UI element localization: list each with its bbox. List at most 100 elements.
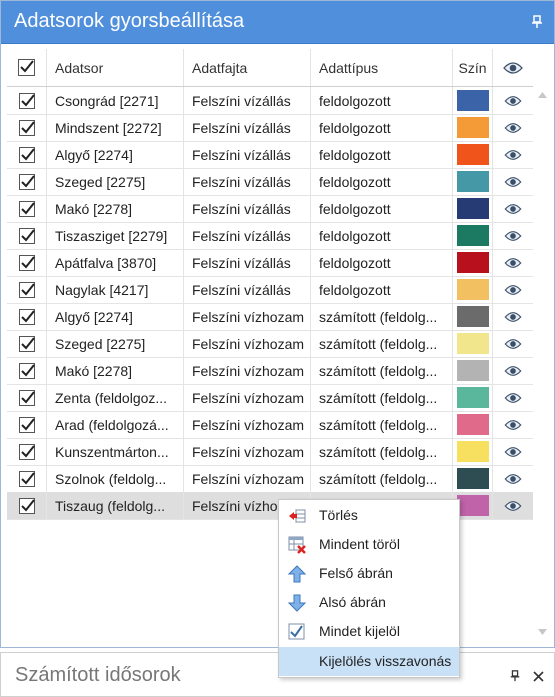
color-swatch[interactable] [456,414,489,435]
column-header-series[interactable]: Adatsor [47,49,184,86]
table-row[interactable]: Szeged [2275] Felszíni vízhozam számított … [7,330,533,358]
eye-icon[interactable] [504,203,522,215]
eye-icon[interactable] [504,500,522,512]
eye-icon[interactable] [504,338,522,350]
eye-icon[interactable] [504,392,522,404]
eye-icon[interactable] [504,122,522,134]
column-header-kind[interactable]: Adatfajta [184,49,311,86]
table-row[interactable]: Tiszasziget [2279] Felszíni vízállás feldo… [7,222,533,250]
menu-item-bottom-chart[interactable]: Alsó ábrán [279,588,459,617]
table-row[interactable]: Algyő [2274] Felszíni vízállás feldolgozot… [7,141,533,169]
row-checkbox-cell [7,87,47,114]
cell-series: Csongrád [2271] [47,87,184,114]
eye-icon[interactable] [504,95,522,107]
cell-series: Apátfalva [3870] [47,249,184,276]
row-checkbox[interactable] [18,470,35,487]
table-row[interactable]: Algyő [2274] Felszíni vízhozam számított (… [7,303,533,331]
cell-color [453,195,493,222]
row-checkbox[interactable] [18,227,35,244]
table-row[interactable]: Makó [2278] Felszíni vízállás feldolgozott [7,195,533,223]
pin-icon[interactable] [509,670,521,682]
color-swatch[interactable] [456,387,489,408]
menu-item-delete[interactable]: Törlés [279,501,459,530]
row-checkbox[interactable] [18,200,35,217]
pin-icon[interactable] [530,15,544,29]
table-row[interactable]: Szeged [2275] Felszíni vízállás feldolgozo… [7,168,533,196]
scroll-down-icon[interactable] [538,629,547,635]
checkmark-icon [20,201,35,214]
cell-kind: Felszíni vízállás [184,114,311,141]
table-row[interactable]: Apátfalva [3870] Felszíni vízállás feldolg… [7,249,533,277]
color-swatch[interactable] [456,225,489,246]
eye-icon[interactable] [504,365,522,377]
row-checkbox[interactable] [18,173,35,190]
table-row[interactable]: Makó [2278] Felszíni vízhozam számított (f… [7,357,533,385]
color-swatch[interactable] [456,90,489,111]
eye-icon[interactable] [504,473,522,485]
color-swatch[interactable] [456,441,489,462]
table-row[interactable]: Szolnok (feldolg... Felszíni vízhozam szám… [7,465,533,493]
row-checkbox[interactable] [18,146,35,163]
color-swatch[interactable] [456,495,489,516]
row-checkbox[interactable] [18,443,35,460]
cell-color [453,249,493,276]
color-swatch[interactable] [456,198,489,219]
checkmark-icon [20,309,35,322]
color-swatch[interactable] [456,252,489,273]
eye-icon[interactable] [504,311,522,323]
table-row[interactable]: Zenta (feldolgoz... Felszíni vízhozam szám… [7,384,533,412]
color-swatch[interactable] [456,468,489,489]
close-icon[interactable] [533,671,544,682]
table-row[interactable]: Nagylak [4217] Felszíni vízállás feldolgoz… [7,276,533,304]
eye-icon[interactable] [504,419,522,431]
row-checkbox[interactable] [18,389,35,406]
row-checkbox[interactable] [18,281,35,298]
table-row[interactable]: Csongrád [2271] Felszíni vízállás feldolgo… [7,87,533,115]
eye-icon[interactable] [504,284,522,296]
row-checkbox[interactable] [18,92,35,109]
color-swatch[interactable] [456,144,489,165]
menu-item-top-chart[interactable]: Felső ábrán [279,559,459,588]
color-swatch[interactable] [456,171,489,192]
table-row[interactable]: Arad (feldolgozá... Felszíni vízhozam szám… [7,411,533,439]
row-checkbox[interactable] [18,254,35,271]
cell-type: feldolgozott [311,87,453,114]
menu-item-deselect[interactable]: Kijelölés visszavonás [279,647,459,676]
color-swatch[interactable] [456,333,489,354]
color-swatch[interactable] [456,360,489,381]
menu-item-select-all[interactable]: Mindet kijelöl [279,617,459,646]
color-swatch[interactable] [456,117,489,138]
vertical-scrollbar[interactable] [534,81,550,643]
row-checkbox-cell [7,330,47,357]
cell-series: Nagylak [4217] [47,276,184,303]
eye-icon[interactable] [504,446,522,458]
table-row[interactable]: Kunszentmárton... Felszíni vízhozam számít… [7,438,533,466]
menu-item-clear-all[interactable]: Mindent töröl [279,530,459,559]
row-checkbox-cell [7,222,47,249]
select-all-checkbox[interactable] [18,59,35,76]
row-checkbox-cell [7,141,47,168]
cell-visibility [493,87,533,114]
eye-icon[interactable] [504,230,522,242]
row-checkbox[interactable] [18,119,35,136]
column-header-type[interactable]: Adattípus [311,49,453,86]
eye-icon[interactable] [504,149,522,161]
color-swatch[interactable] [456,279,489,300]
eye-icon[interactable] [504,176,522,188]
row-checkbox[interactable] [18,335,35,352]
eye-icon[interactable] [504,257,522,269]
row-checkbox-cell [7,438,47,465]
column-header-visibility[interactable] [493,49,533,86]
cell-color [453,465,493,492]
color-swatch[interactable] [456,306,489,327]
cell-series: Algyő [2274] [47,141,184,168]
table-row[interactable]: Mindszent [2272] Felszíni vízállás feldolg… [7,114,533,142]
checkmark-icon [20,336,35,349]
row-checkbox[interactable] [18,362,35,379]
column-header-color[interactable]: Szín [453,49,493,86]
cell-visibility [493,249,533,276]
scroll-up-icon[interactable] [538,92,547,98]
row-checkbox[interactable] [18,308,35,325]
row-checkbox[interactable] [18,416,35,433]
row-checkbox[interactable] [18,497,35,514]
